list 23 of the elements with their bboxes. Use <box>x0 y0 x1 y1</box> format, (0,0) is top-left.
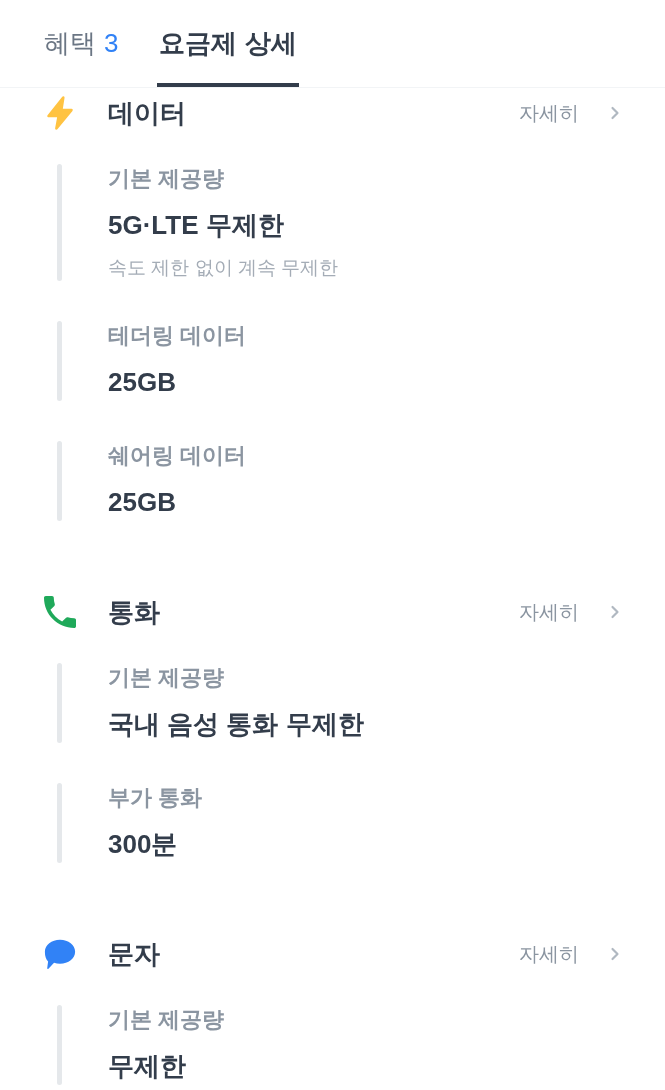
item-value: 25GB <box>108 366 177 399</box>
lightning-icon <box>45 95 75 131</box>
detail-button[interactable]: 자세히 <box>519 98 625 128</box>
item-value: 25GB <box>108 486 177 519</box>
item-label: 기본 제공량 <box>108 1006 225 1034</box>
section-title: 통화 <box>108 596 160 629</box>
section-title: 문자 <box>108 938 160 971</box>
item-value: 국내 음성 통화 무제한 <box>108 708 364 741</box>
detail-button[interactable]: 자세히 <box>519 597 625 627</box>
tab[interactable]: 요금제 상세 <box>157 0 299 87</box>
item-label: 쉐어링 데이터 <box>108 442 247 470</box>
section-title: 데이터 <box>108 97 186 130</box>
phone-icon <box>44 594 76 630</box>
item-value: 300분 <box>108 828 179 861</box>
tab[interactable]: 혜택 3 <box>42 0 121 87</box>
item-note: 속도 제한 없이 계속 무제한 <box>108 256 339 280</box>
item-value: 5G·LTE 무제한 <box>108 209 285 242</box>
item-label: 기본 제공량 <box>108 664 226 692</box>
detail-button[interactable]: 자세히 <box>519 939 625 969</box>
item-label: 기본 제공량 <box>108 165 226 193</box>
item-value: 무제한 <box>108 1050 187 1083</box>
item-label: 부가 통화 <box>108 784 203 812</box>
item-label: 테더링 데이터 <box>108 322 247 350</box>
